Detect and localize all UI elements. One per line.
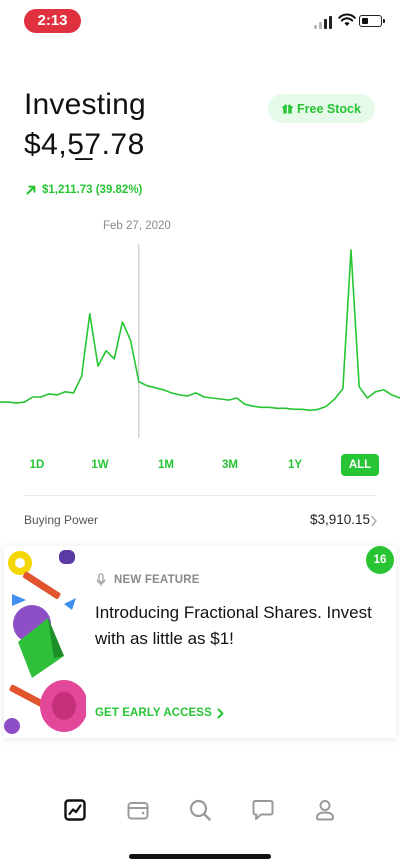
section-divider bbox=[24, 495, 376, 496]
free-stock-label: Free Stock bbox=[297, 101, 361, 116]
free-stock-button[interactable]: Free Stock bbox=[268, 94, 375, 123]
fractional-shares-illustration bbox=[4, 550, 86, 734]
bottom-tab-bar bbox=[0, 790, 400, 840]
tab-search[interactable] bbox=[180, 790, 220, 830]
buying-power-value: $3,910.15 bbox=[309, 512, 370, 527]
new-feature-tag: NEW FEATURE bbox=[96, 573, 200, 587]
page-title: Investing bbox=[24, 88, 146, 121]
wifi-icon bbox=[338, 13, 356, 26]
range-tab-1m[interactable]: 1M bbox=[152, 454, 180, 476]
get-early-access-button[interactable]: GET EARLY ACCESS bbox=[95, 707, 224, 719]
chart-icon bbox=[64, 799, 86, 821]
buying-power-label: Buying Power bbox=[24, 513, 99, 527]
search-icon bbox=[189, 799, 211, 821]
home-indicator bbox=[129, 854, 271, 859]
portfolio-chart[interactable] bbox=[0, 240, 400, 440]
portfolio-balance: $4,5̲7.78 bbox=[24, 128, 145, 161]
gift-icon bbox=[282, 104, 293, 114]
cellular-signal-icon bbox=[314, 15, 334, 29]
chart-cursor-date: Feb 27, 2020 bbox=[103, 220, 171, 232]
tab-profile[interactable] bbox=[305, 790, 345, 830]
chat-icon bbox=[252, 800, 274, 820]
range-tab-1d[interactable]: 1D bbox=[24, 454, 50, 476]
tab-investing[interactable] bbox=[55, 790, 95, 830]
status-bar: 2:13 bbox=[0, 0, 400, 44]
chevron-right-icon bbox=[217, 708, 224, 718]
chart-series-line bbox=[0, 249, 400, 412]
time-range-tabs: 1D 1W 1M 3M 1Y ALL bbox=[0, 454, 400, 476]
wallet-icon bbox=[127, 802, 149, 820]
tab-wallet[interactable] bbox=[118, 790, 158, 830]
status-time: 2:13 bbox=[24, 9, 81, 33]
profile-icon bbox=[315, 800, 335, 821]
new-feature-label: NEW FEATURE bbox=[114, 574, 200, 586]
microphone-icon bbox=[96, 573, 106, 586]
notification-count-badge: 16 bbox=[366, 546, 394, 574]
range-tab-1w[interactable]: 1W bbox=[86, 454, 114, 476]
total-gain: $1,211.73 (39.82%) bbox=[26, 184, 142, 196]
cta-label: GET EARLY ACCESS bbox=[95, 707, 212, 719]
arrow-up-right-icon bbox=[26, 185, 36, 195]
chevron-right-icon bbox=[371, 515, 377, 527]
range-tab-all[interactable]: ALL bbox=[341, 454, 379, 476]
range-tab-3m[interactable]: 3M bbox=[216, 454, 244, 476]
battery-icon bbox=[359, 15, 385, 27]
tab-messages[interactable] bbox=[243, 790, 283, 830]
feature-description: Introducing Fractional Shares. Invest wi… bbox=[95, 603, 372, 648]
range-tab-1y[interactable]: 1Y bbox=[282, 454, 308, 476]
gain-value: $1,211.73 (39.82%) bbox=[42, 184, 143, 196]
